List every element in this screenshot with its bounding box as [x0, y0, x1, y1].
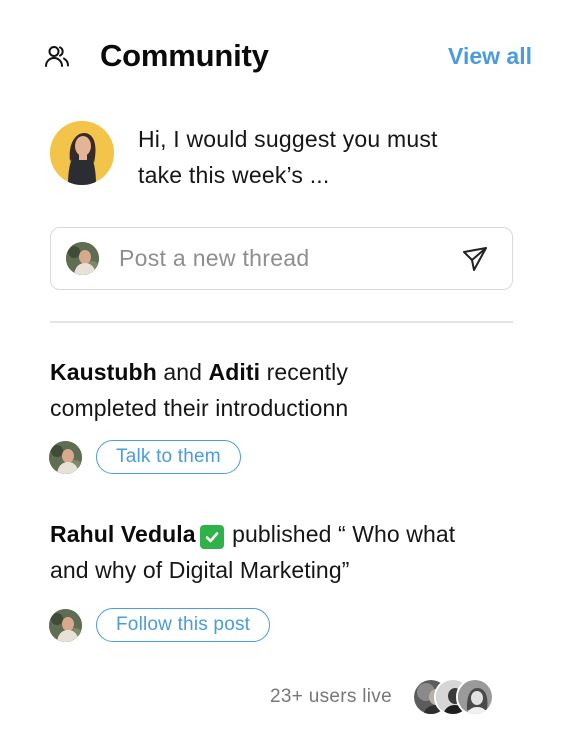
post-thread-input[interactable]	[119, 245, 439, 272]
avatar[interactable]	[50, 121, 114, 185]
activity-text: recently	[260, 359, 348, 385]
avatar	[49, 608, 82, 642]
activity-text: published “ Who what	[225, 521, 456, 547]
avatar	[49, 440, 82, 474]
message-line: Hi, I would suggest you must	[138, 126, 438, 152]
users-icon	[44, 43, 70, 69]
featured-message[interactable]: Hi, I would suggest you must take this w…	[50, 121, 520, 193]
activity-line: and why of Digital Marketing”	[50, 557, 350, 583]
live-users-count: 23+ users live	[270, 686, 392, 707]
thread-composer[interactable]	[50, 227, 513, 290]
view-all-link[interactable]: View all	[448, 43, 532, 70]
community-header: Community View all	[44, 36, 532, 76]
live-users[interactable]: 23+ users live	[270, 678, 520, 716]
page-title: Community	[100, 38, 269, 73]
activity-line: Kaustubh and Aditi recently	[50, 354, 520, 390]
send-icon[interactable]	[460, 244, 490, 274]
activity-item: Kaustubh and Aditi recently completed th…	[50, 354, 520, 426]
activity-connector: and	[156, 359, 209, 385]
message-preview: Hi, I would suggest you must take this w…	[138, 121, 498, 193]
user-name[interactable]: Kaustubh	[50, 359, 157, 385]
follow-post-button[interactable]: Follow this post	[96, 608, 271, 642]
talk-to-them-button[interactable]: Talk to them	[96, 440, 241, 474]
live-avatar-stack[interactable]	[411, 678, 502, 716]
avatar	[66, 242, 99, 275]
activity-line: completed their introductionn	[50, 395, 349, 421]
activity-actions: Follow this post	[49, 608, 271, 642]
divider	[50, 321, 513, 323]
activity-actions: Talk to them	[49, 440, 241, 474]
user-name[interactable]: Aditi	[209, 359, 261, 385]
avatar	[455, 678, 494, 716]
verified-check-icon	[199, 525, 224, 549]
activity-item: Rahul Vedula published “ Who what and wh…	[50, 516, 520, 588]
user-name[interactable]: Rahul Vedula	[50, 521, 196, 547]
message-line: take this week’s ...	[138, 162, 330, 188]
activity-line: Rahul Vedula published “ Who what	[50, 516, 520, 552]
